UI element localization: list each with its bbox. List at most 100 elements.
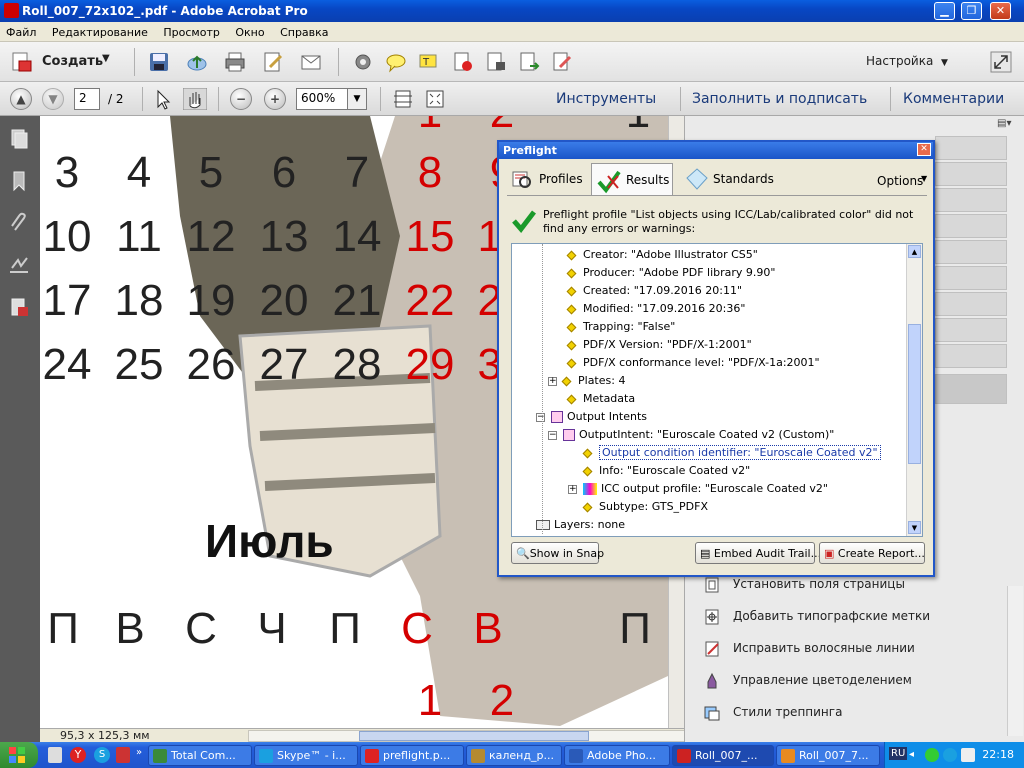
tools-pane-link[interactable]: Инструменты: [556, 91, 656, 107]
tab-standards[interactable]: Standards: [681, 163, 777, 195]
tray-status-icon[interactable]: [925, 748, 939, 762]
horizontal-scrollbar[interactable]: [248, 730, 708, 742]
print-icon[interactable]: [224, 51, 246, 73]
select-arrow-icon[interactable]: [152, 88, 174, 110]
fullscreen-icon[interactable]: [990, 51, 1012, 73]
tree-node[interactable]: Output condition identifier: "Euroscale …: [582, 445, 881, 464]
panel-section-header[interactable]: [935, 344, 1007, 368]
tree-node[interactable]: Info: "Euroscale Coated v2": [582, 464, 750, 482]
collapse-toggle-icon[interactable]: −: [548, 430, 557, 440]
scroll-up-button[interactable]: ▲: [908, 245, 921, 258]
comment-icon[interactable]: [385, 51, 407, 73]
results-tree-scrollbar[interactable]: ▲ ▼: [906, 244, 922, 536]
gear-icon[interactable]: [352, 51, 374, 73]
embed-audit-trail-button[interactable]: ▤ Embed Audit Trail...: [695, 542, 821, 564]
email-icon[interactable]: [300, 51, 322, 73]
menu-file[interactable]: Файл: [0, 22, 42, 39]
volume-icon[interactable]: [961, 748, 975, 762]
page-thumbnails-icon[interactable]: [8, 128, 30, 150]
yandex-icon[interactable]: Y: [70, 747, 86, 763]
expand-toggle-icon[interactable]: +: [548, 376, 557, 386]
create-report-button[interactable]: ▣ Create Report...: [819, 542, 925, 564]
panel-section-header-active[interactable]: [935, 374, 1007, 404]
options-menu[interactable]: Options ▼: [877, 163, 927, 195]
show-in-snap-button[interactable]: 🔍Show in Snap: [511, 542, 604, 564]
menu-edit[interactable]: Редактирование: [46, 22, 154, 39]
secure-document-icon[interactable]: [485, 51, 507, 73]
scrollbar-thumb[interactable]: [908, 324, 921, 464]
signatures-icon[interactable]: [8, 254, 30, 276]
panel-section-header[interactable]: [935, 188, 1007, 212]
language-indicator[interactable]: RU: [889, 747, 908, 760]
skype-icon[interactable]: S: [94, 747, 110, 763]
highlight-text-icon[interactable]: T: [418, 51, 440, 73]
panel-section-header[interactable]: [935, 266, 1007, 290]
panel-options-icon[interactable]: ▤▾: [997, 118, 1019, 132]
tree-node[interactable]: Layers: none: [536, 518, 625, 536]
customize-dropdown[interactable]: Настройка ▼: [866, 54, 948, 68]
maximize-button[interactable]: ❐: [961, 2, 982, 20]
menu-window[interactable]: Окно: [229, 22, 270, 39]
comments-pane-link[interactable]: Комментарии: [903, 91, 1004, 107]
tray-expand-icon[interactable]: ◂: [909, 749, 914, 760]
panel-section-header[interactable]: [935, 214, 1007, 238]
panel-section-header[interactable]: [935, 136, 1007, 160]
menu-view[interactable]: Просмотр: [157, 22, 225, 39]
fill-sign-pane-link[interactable]: Заполнить и подписать: [692, 91, 867, 107]
panel-section-header[interactable]: [935, 240, 1007, 264]
results-tree[interactable]: Creator: "Adobe Illustrator CS5" Producer…: [511, 243, 923, 537]
zoom-in-button[interactable]: +: [264, 88, 286, 110]
upload-cloud-icon[interactable]: [186, 51, 208, 73]
tree-node[interactable]: Created: "17.09.2016 20:11": [566, 284, 742, 302]
panel-section-header[interactable]: [935, 318, 1007, 342]
attachments-icon[interactable]: [8, 212, 30, 234]
quicklaunch-icon[interactable]: [48, 747, 62, 763]
tree-node[interactable]: Creator: "Adobe Illustrator CS5": [566, 248, 758, 266]
scroll-down-button[interactable]: ▼: [908, 521, 921, 534]
tree-node[interactable]: PDF/X conformance level: "PDF/X-1a:2001": [566, 356, 820, 374]
fit-page-icon[interactable]: [392, 88, 414, 110]
taskbar-button[interactable]: preflight.p...: [360, 745, 464, 766]
dialog-close-button[interactable]: ✕: [917, 143, 931, 156]
taskbar-button[interactable]: Roll_007_...: [672, 745, 774, 766]
fit-width-icon[interactable]: [424, 88, 446, 110]
start-button[interactable]: [0, 742, 38, 768]
taskbar-button[interactable]: календ_р...: [466, 745, 562, 766]
tree-node[interactable]: − OutputIntent: "Euroscale Coated v2 (Cus…: [548, 428, 834, 446]
edit-document-icon[interactable]: [262, 51, 284, 73]
tree-node[interactable]: Metadata: [566, 392, 635, 410]
page-number-input[interactable]: 2: [74, 88, 100, 110]
taskbar-button[interactable]: Skype™ - i...: [254, 745, 358, 766]
tree-node[interactable]: + Plates: 4: [548, 374, 625, 392]
create-button[interactable]: Создать ▼: [10, 51, 114, 73]
tree-node[interactable]: Trapping: "False": [566, 320, 675, 338]
menu-help[interactable]: Справка: [274, 22, 334, 39]
tree-node[interactable]: Modified: "17.09.2016 20:36": [566, 302, 745, 320]
tree-node[interactable]: − Output Intents: [536, 410, 647, 428]
hand-tool-icon[interactable]: [183, 88, 207, 110]
skype-tray-icon[interactable]: [943, 748, 957, 762]
taskbar-button[interactable]: Total Com...: [148, 745, 252, 766]
bookmarks-icon[interactable]: [8, 170, 30, 192]
next-page-button[interactable]: ▼: [42, 88, 64, 110]
tree-node[interactable]: PDF/X Version: "PDF/X-1:2001": [566, 338, 752, 356]
taskbar-button[interactable]: Roll_007_7...: [776, 745, 880, 766]
taskbar-button[interactable]: Adobe Pho...: [564, 745, 670, 766]
tree-node[interactable]: Producer: "Adobe PDF library 9.90": [566, 266, 775, 284]
scrollbar-thumb[interactable]: [359, 731, 589, 741]
expand-toggle-icon[interactable]: +: [568, 484, 577, 494]
save-icon[interactable]: [148, 51, 170, 73]
tools-panel-scrollbar[interactable]: [1007, 586, 1023, 736]
tree-node[interactable]: + ICC output profile: "Euroscale Coated v…: [568, 482, 828, 500]
zoom-out-button[interactable]: −: [230, 88, 252, 110]
previous-page-button[interactable]: ▲: [10, 88, 32, 110]
zoom-input[interactable]: 600%: [296, 88, 348, 110]
tab-results[interactable]: Results: [591, 163, 673, 195]
close-button[interactable]: ✕: [990, 2, 1011, 20]
quicklaunch-icon[interactable]: [116, 747, 130, 763]
sign-document-icon[interactable]: [551, 51, 573, 73]
collapse-toggle-icon[interactable]: −: [536, 412, 545, 422]
security-settings-icon[interactable]: [8, 296, 30, 318]
quicklaunch-expand-icon[interactable]: »: [136, 747, 142, 758]
zoom-dropdown-button[interactable]: ▼: [347, 88, 367, 110]
